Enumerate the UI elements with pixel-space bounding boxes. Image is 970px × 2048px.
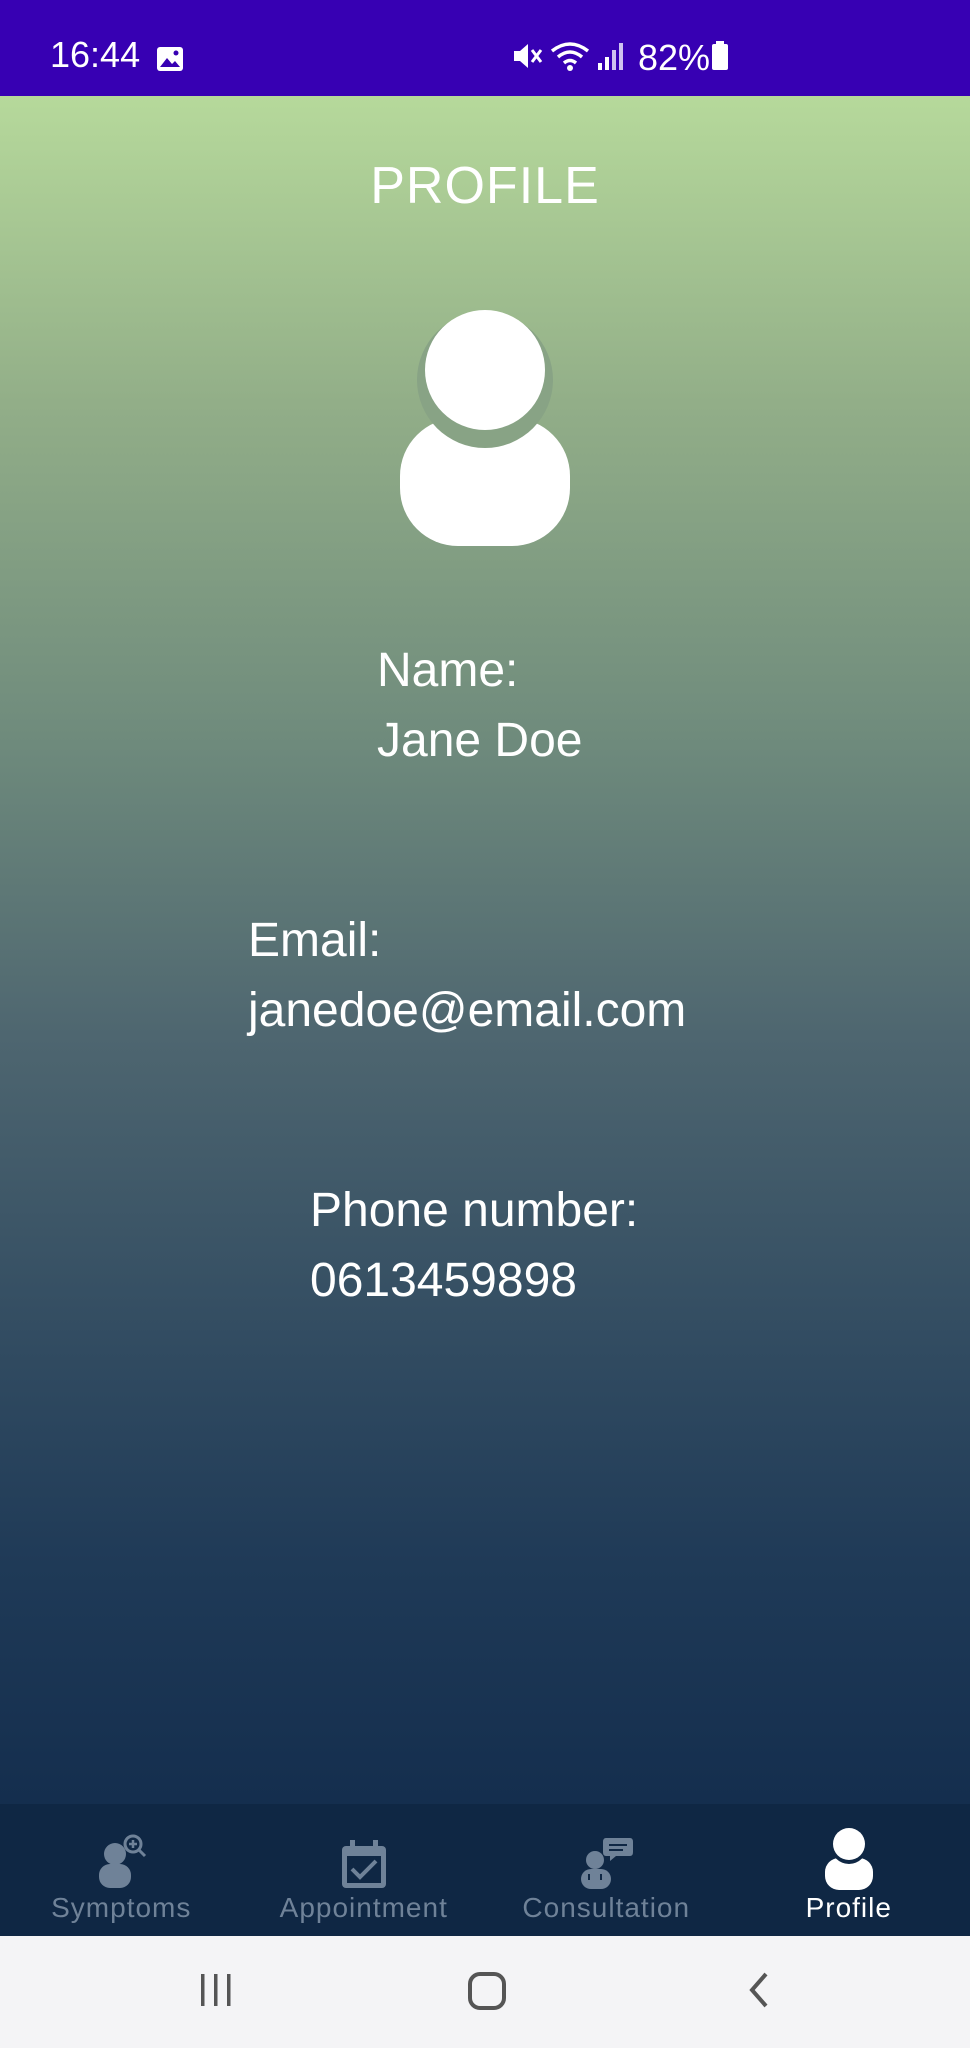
name-label: Name: [377, 644, 519, 697]
bottom-nav: Symptoms Appointment Consultation Profil… [0, 1804, 970, 1936]
consultation-icon [578, 1830, 634, 1890]
name-value: Jane Doe [377, 714, 583, 767]
email-label: Email: [248, 914, 382, 967]
nav-item-symptoms[interactable]: Symptoms [0, 1804, 243, 1936]
status-icons: 82% [510, 36, 736, 80]
signal-icon [596, 41, 632, 76]
calendar-check-icon [339, 1830, 389, 1890]
user-icon [824, 1828, 874, 1890]
back-icon[interactable] [744, 1970, 774, 2015]
system-nav-bar [0, 1936, 970, 2048]
phone-label: Phone number: [310, 1184, 639, 1237]
wifi-icon [550, 39, 596, 78]
mute-icon [510, 39, 550, 78]
phone-field: Phone number: 0613459898 [310, 1176, 638, 1316]
nav-item-appointment[interactable]: Appointment [243, 1804, 486, 1936]
nav-label-profile: Profile [805, 1892, 892, 1923]
name-field: Name: Jane Doe [377, 636, 582, 776]
symptoms-icon [93, 1830, 149, 1890]
user-icon [398, 310, 572, 555]
status-bar: 16:44 82% [0, 0, 970, 96]
battery-percent: 82% [638, 37, 711, 78]
profile-screen: PROFILE Name: Jane Doe Email: janedoe@em… [0, 96, 970, 1804]
nav-label-consultation: Consultation [522, 1892, 691, 1923]
recent-apps-icon[interactable] [196, 1970, 236, 2015]
email-field: Email: janedoe@email.com [248, 906, 686, 1046]
battery-icon [710, 40, 736, 77]
home-icon[interactable] [466, 1970, 508, 2017]
status-time: 16:44 [50, 34, 141, 75]
email-value: janedoe@email.com [248, 984, 687, 1037]
page-title: PROFILE [370, 157, 600, 215]
nav-item-profile[interactable]: Profile [728, 1804, 970, 1936]
nav-label-symptoms: Symptoms [51, 1892, 192, 1923]
image-icon [156, 46, 184, 77]
nav-item-consultation[interactable]: Consultation [485, 1804, 728, 1936]
nav-label-appointment: Appointment [279, 1892, 448, 1923]
phone-value: 0613459898 [310, 1254, 577, 1307]
